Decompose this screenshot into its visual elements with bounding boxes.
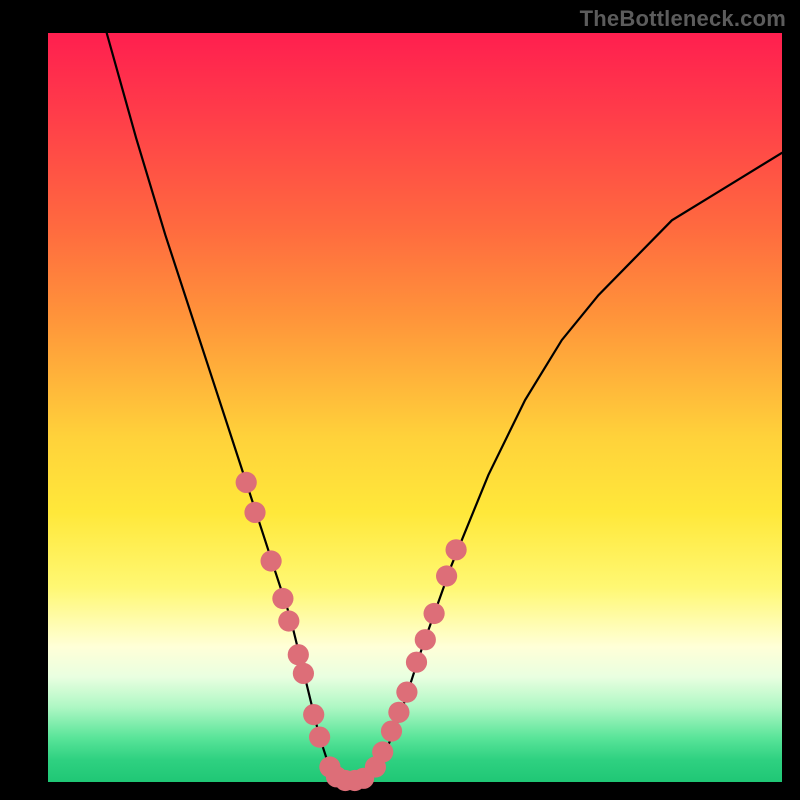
- curve-marker: [272, 588, 293, 609]
- curve-marker: [381, 721, 402, 742]
- curve-marker: [415, 629, 436, 650]
- watermark-label: TheBottleneck.com: [580, 6, 786, 32]
- curve-line: [107, 33, 782, 782]
- curve-marker: [388, 702, 409, 723]
- curve-marker: [244, 502, 265, 523]
- curve-marker: [446, 539, 467, 560]
- curve-marker: [406, 652, 427, 673]
- curve-marker: [236, 472, 257, 493]
- plot-area: [48, 33, 782, 782]
- curve-marker: [261, 550, 282, 571]
- curve-marker: [309, 727, 330, 748]
- curve-marker: [396, 682, 417, 703]
- curve-marker: [424, 603, 445, 624]
- curve-marker: [288, 644, 309, 665]
- curve-marker: [303, 704, 324, 725]
- curve-marker: [436, 565, 457, 586]
- curve-marker: [372, 741, 393, 762]
- marker-group: [236, 472, 467, 791]
- chart-svg: [48, 33, 782, 782]
- outer-frame: TheBottleneck.com: [0, 0, 800, 800]
- curve-marker: [278, 610, 299, 631]
- curve-marker: [293, 663, 314, 684]
